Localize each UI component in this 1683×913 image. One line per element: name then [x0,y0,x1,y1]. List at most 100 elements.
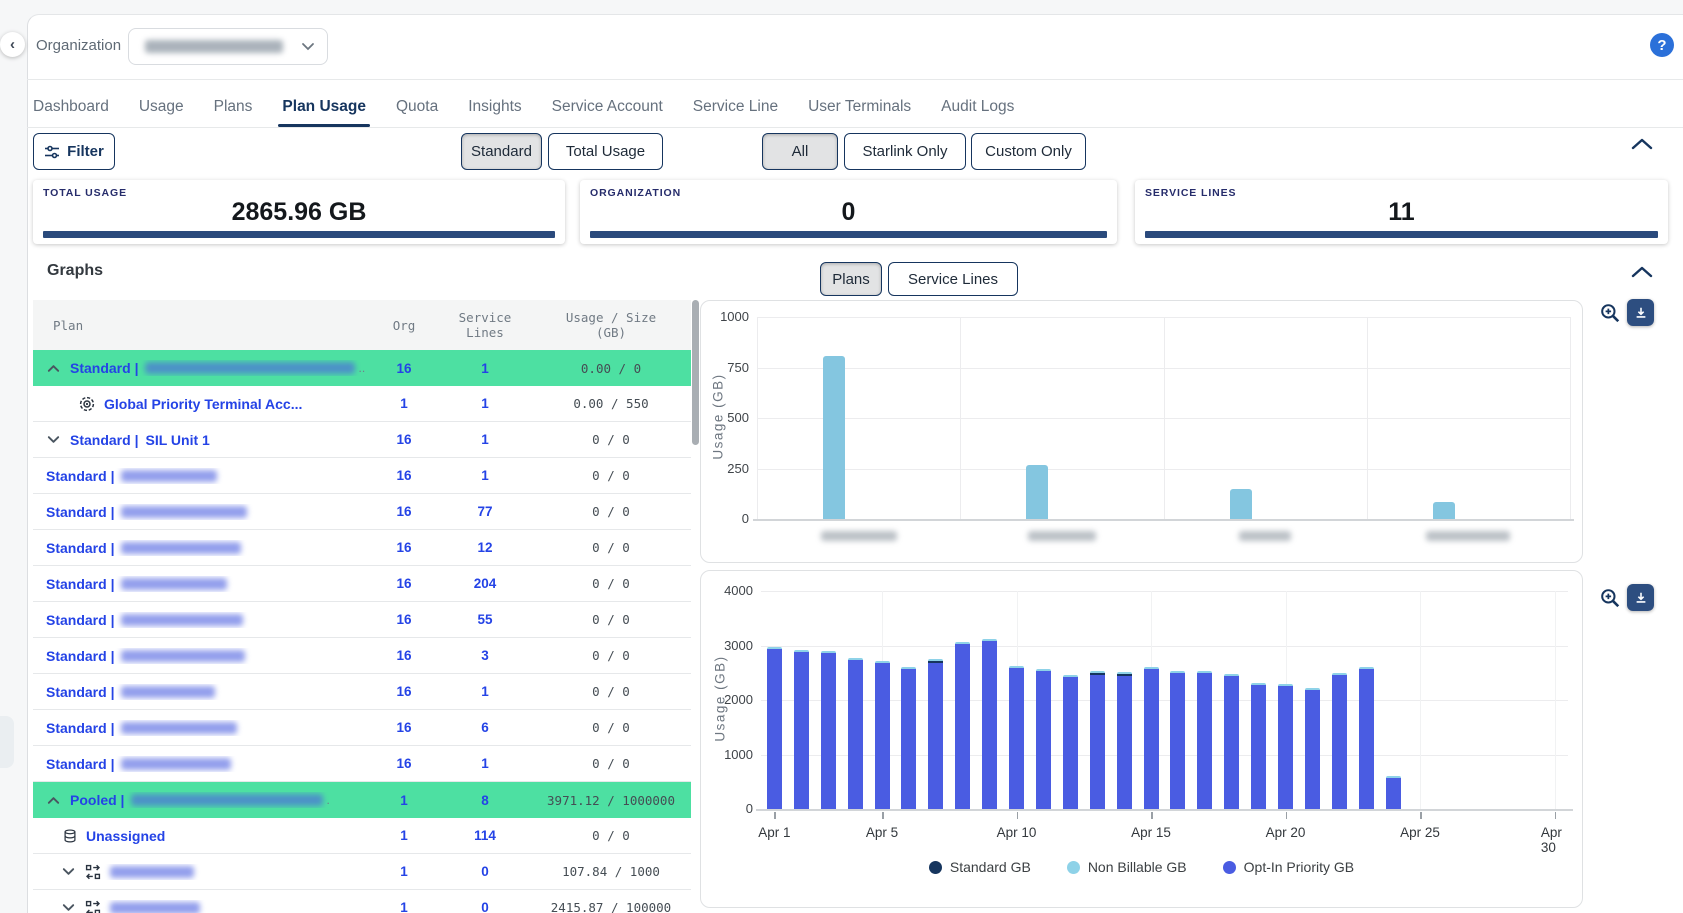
usage-size-value: 2415.87 / 100000 [531,900,691,913]
tab-dashboard[interactable]: Dashboard [33,86,109,127]
table-row[interactable]: 102415.87 / 100000 [33,890,691,913]
plan-name-redacted [121,722,237,734]
legend-item-non-billable-gb[interactable]: Non Billable GB [1067,859,1187,875]
tab-plans[interactable]: Plans [214,86,253,127]
y-axis-label: Usage (GB) [713,654,728,744]
opt-in-priority-bar [1197,673,1212,809]
y-tick-label: 3000 [709,638,753,653]
download-chart-button[interactable] [1627,584,1654,611]
table-row[interactable]: Standard |16550 / 0 [33,602,691,638]
usage-size-value: 0 / 0 [531,612,691,627]
stat-card-service-lines: SERVICE LINES 11 [1135,180,1668,244]
side-panel-handle[interactable] [0,716,14,768]
tab-audit-logs[interactable]: Audit Logs [941,86,1014,127]
filter-button[interactable]: Filter [33,133,115,170]
tab-user-terminals[interactable]: User Terminals [808,86,911,127]
table-row[interactable]: Standard |SIL Unit 11610 / 0 [33,422,691,458]
table-row[interactable]: Unassigned11140 / 0 [33,818,691,854]
zoom-in-icon[interactable] [1599,302,1621,324]
chart-toggle-service-lines[interactable]: Service Lines [888,262,1018,296]
row-chevron-down-icon[interactable] [61,900,76,913]
org-count: 1 [369,900,439,913]
x-tick-mark [1555,812,1557,819]
non-billable-bar [1278,684,1293,686]
zoom-in-icon[interactable] [1599,587,1621,609]
table-row[interactable]: Standard |1660 / 0 [33,710,691,746]
help-button[interactable]: ? [1650,33,1674,57]
table-row[interactable]: 10107.84 / 1000 [33,854,691,890]
org-count: 16 [369,468,439,483]
plan-table-body: Standard |..1610.00 / 0Global Priority T… [33,350,691,913]
row-chevron-down-icon[interactable] [61,864,76,879]
table-row[interactable]: Standard |..1610.00 / 0 [33,350,691,386]
row-chevron-up-icon[interactable] [46,793,61,808]
view-mode-standard[interactable]: Standard [461,133,542,170]
plan-type-label: Standard | [46,576,114,592]
service-lines-count: 0 [439,900,531,913]
row-chevron-down-icon[interactable] [46,432,61,447]
legend-label: Standard GB [950,859,1031,875]
plan-type-label: Pooled | [70,792,124,808]
plan-name: Global Priority Terminal Acc... [104,396,302,412]
table-row[interactable]: Standard |162040 / 0 [33,566,691,602]
organization-label: Organization [36,37,121,54]
service-lines-count: 1 [439,756,531,771]
collapse-graphs-chevron-icon[interactable] [1630,264,1654,284]
usage-size-value: 0.00 / 550 [531,396,691,411]
tab-service-line[interactable]: Service Line [693,86,778,127]
plan-scope-starlink-only[interactable]: Starlink Only [844,133,966,170]
back-button[interactable]: ‹ [0,32,25,57]
organization-dropdown[interactable] [128,28,328,65]
stat-underline-bar [590,231,1107,238]
plan-type-label: Standard | [46,684,114,700]
non-billable-bar [982,639,997,641]
legend-item-standard-gb[interactable]: Standard GB [929,859,1031,875]
legend-item-opt-in-priority-gb[interactable]: Opt-In Priority GB [1223,859,1354,875]
divider [27,127,1683,128]
tab-service-account[interactable]: Service Account [552,86,663,127]
tab-quota[interactable]: Quota [396,86,438,127]
collapse-filters-chevron-icon[interactable] [1630,136,1654,156]
download-chart-button[interactable] [1627,299,1654,326]
tab-insights[interactable]: Insights [468,86,521,127]
table-row[interactable]: Standard |1610 / 0 [33,458,691,494]
plan-scope-custom-only[interactable]: Custom Only [971,133,1086,170]
tab-plan-usage[interactable]: Plan Usage [282,86,366,127]
x-axis-line [753,519,1574,521]
plan-name-redacted [121,614,243,626]
column-header-plan: Plan [33,318,369,333]
opt-in-priority-bar [1251,685,1266,809]
chart-legend: Standard GB Non Billable GB Opt-In Priorit… [701,859,1582,875]
table-row[interactable]: Standard |16770 / 0 [33,494,691,530]
x-tick-mark [774,812,776,819]
divider [27,79,1683,80]
plan-name-redacted [145,362,355,374]
table-row[interactable]: Standard |1610 / 0 [33,674,691,710]
target-icon [79,396,95,412]
standard-gb-bar [928,661,943,663]
table-row[interactable]: Standard |16120 / 0 [33,530,691,566]
x-tick-mark [1286,812,1288,819]
tab-usage[interactable]: Usage [139,86,184,127]
daily-usage-chart: 01000200030004000Apr 1Apr 5Apr 10Apr 15A… [700,570,1583,908]
plan-name-redacted [121,758,231,770]
table-row[interactable]: Global Priority Terminal Acc...110.00 / … [33,386,691,422]
table-scrollbar-thumb[interactable] [692,300,699,445]
org-count: 16 [369,648,439,663]
plan-cell: Standard | [33,612,369,628]
plan-usage-bar [1026,465,1048,519]
view-mode-total-usage[interactable]: Total Usage [548,133,663,170]
table-row[interactable]: Pooled |.183971.12 / 1000000 [33,782,691,818]
transfer-icon [85,900,101,913]
table-row[interactable]: Standard |1610 / 0 [33,746,691,782]
stat-card-total-usage: TOTAL USAGE 2865.96 GB [33,180,565,244]
plan-type-label: Standard | [70,360,138,376]
chart-toggle-plans[interactable]: Plans [820,262,882,296]
plan-name: Unassigned [86,828,165,844]
service-lines-count: 6 [439,720,531,735]
plan-scope-all[interactable]: All [762,133,838,170]
table-row[interactable]: Standard |1630 / 0 [33,638,691,674]
row-chevron-up-icon[interactable] [46,361,61,376]
opt-in-priority-bar [982,641,997,809]
usage-size-value: 0.00 / 0 [531,361,691,376]
